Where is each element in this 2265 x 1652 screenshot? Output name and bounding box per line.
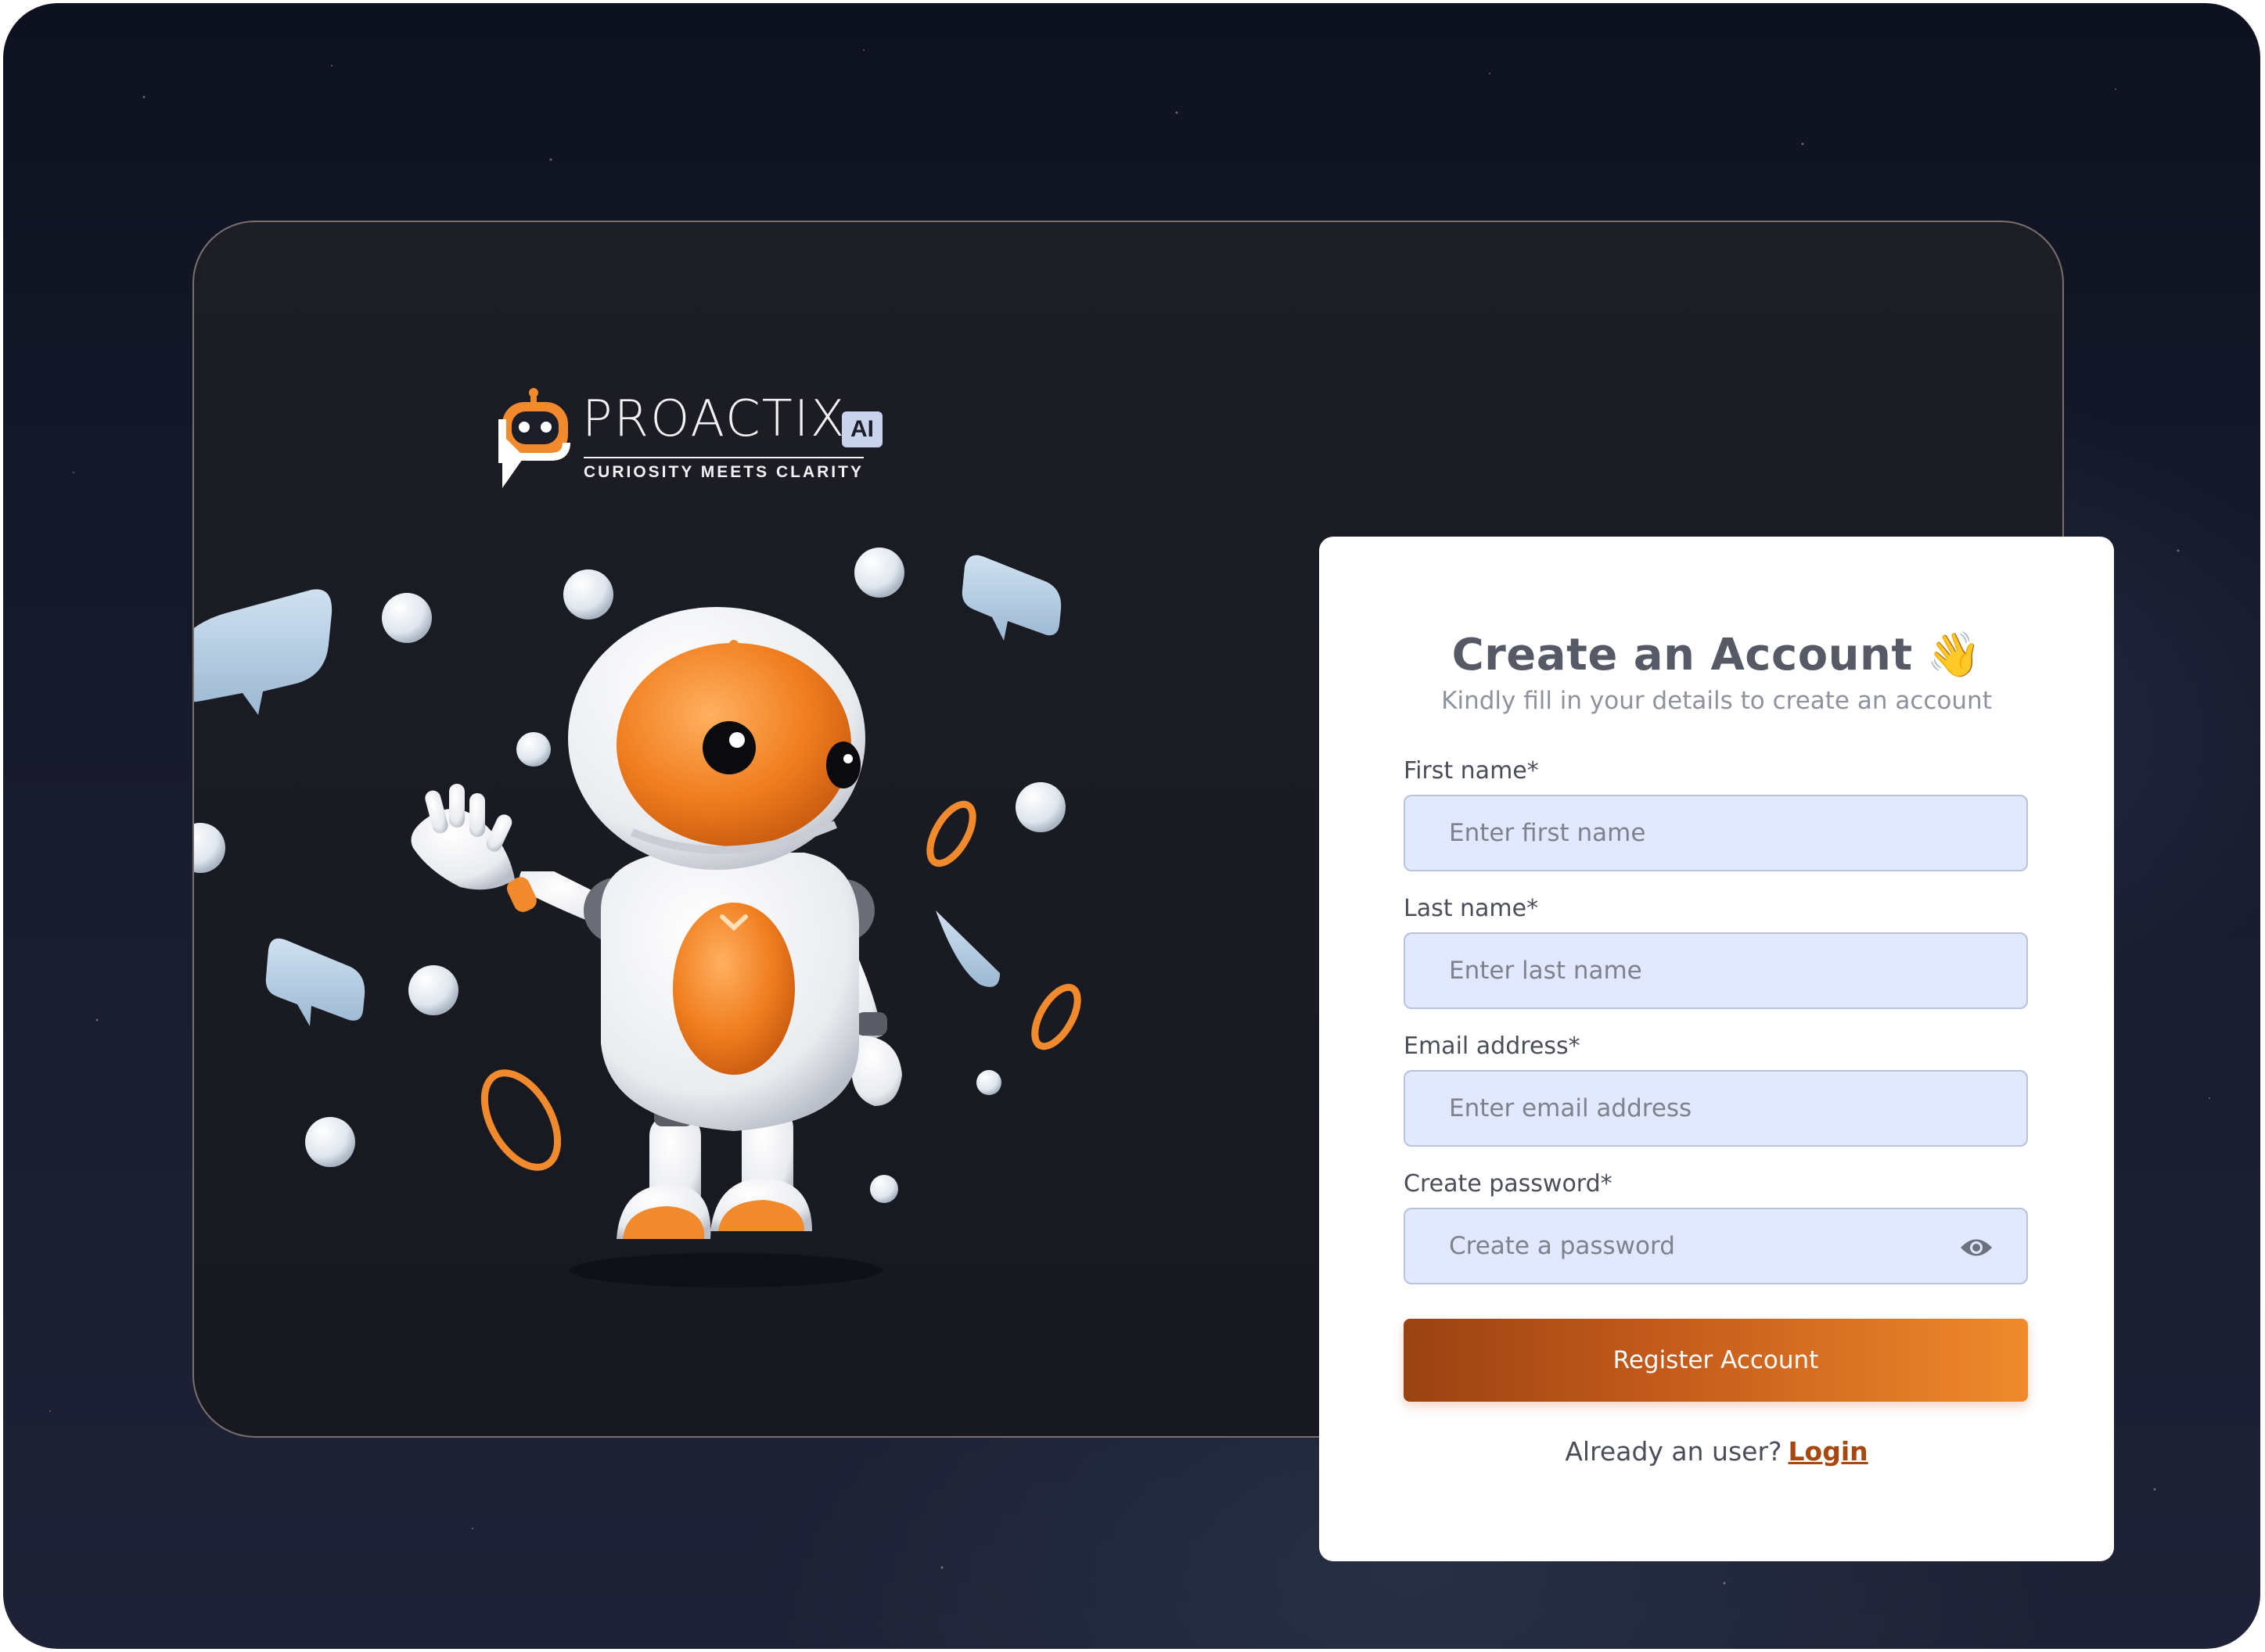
password-input[interactable]: [1405, 1209, 2026, 1283]
brand-logo-block: PROACTIX AI CURIOSITY MEETS CLARITY: [496, 388, 903, 497]
login-link[interactable]: Login: [1789, 1436, 1868, 1467]
last-name-label: Last name*: [1404, 895, 1539, 922]
brand-tagline: CURIOSITY MEETS CLARITY: [584, 457, 864, 482]
page-background: PROACTIX AI CURIOSITY MEETS CLARITY Crea…: [3, 3, 2260, 1649]
first-name-input[interactable]: [1405, 796, 2026, 870]
last-name-input[interactable]: [1405, 934, 2026, 1007]
speech-bubble-top-right: [962, 555, 1062, 641]
brand-name: PROACTIX: [582, 390, 847, 448]
speech-bubble-left: [163, 589, 333, 715]
robot-chat-logo-icon: [498, 388, 570, 488]
first-name-field-box: [1404, 795, 2028, 871]
register-account-button[interactable]: Register Account: [1404, 1319, 2028, 1402]
brand-ai-badge: AI: [842, 411, 883, 447]
waving-hand-icon: 👋: [1926, 630, 1982, 681]
hero-illustration: PROACTIX AI CURIOSITY MEETS CLARITY: [163, 222, 1313, 1439]
password-field-box: [1404, 1208, 2028, 1284]
form-subtitle: Kindly fill in your details to create an…: [1441, 687, 1992, 715]
cone-shape: [936, 910, 1000, 987]
last-name-field-box: [1404, 932, 2028, 1009]
form-title: Create an Account: [1451, 630, 1913, 681]
eye-icon[interactable]: [1959, 1236, 1994, 1259]
first-name-label: First name*: [1404, 757, 1539, 785]
signup-form-panel: Create an Account 👋 Kindly fill in your d…: [1319, 537, 2114, 1561]
login-prompt-row: Already an user? Login: [1319, 1436, 2114, 1467]
speech-bubble-bottom-left: [265, 938, 365, 1026]
email-input[interactable]: [1405, 1072, 2026, 1145]
login-prompt-text: Already an user?: [1565, 1436, 1782, 1467]
signup-card: PROACTIX AI CURIOSITY MEETS CLARITY Crea…: [163, 221, 2114, 1561]
email-field-box: [1404, 1070, 2028, 1147]
form-title-row: Create an Account 👋: [1319, 629, 2114, 681]
robot-mascot: [411, 607, 902, 1287]
password-label: Create password*: [1404, 1170, 1612, 1198]
email-label: Email address*: [1404, 1032, 1580, 1060]
